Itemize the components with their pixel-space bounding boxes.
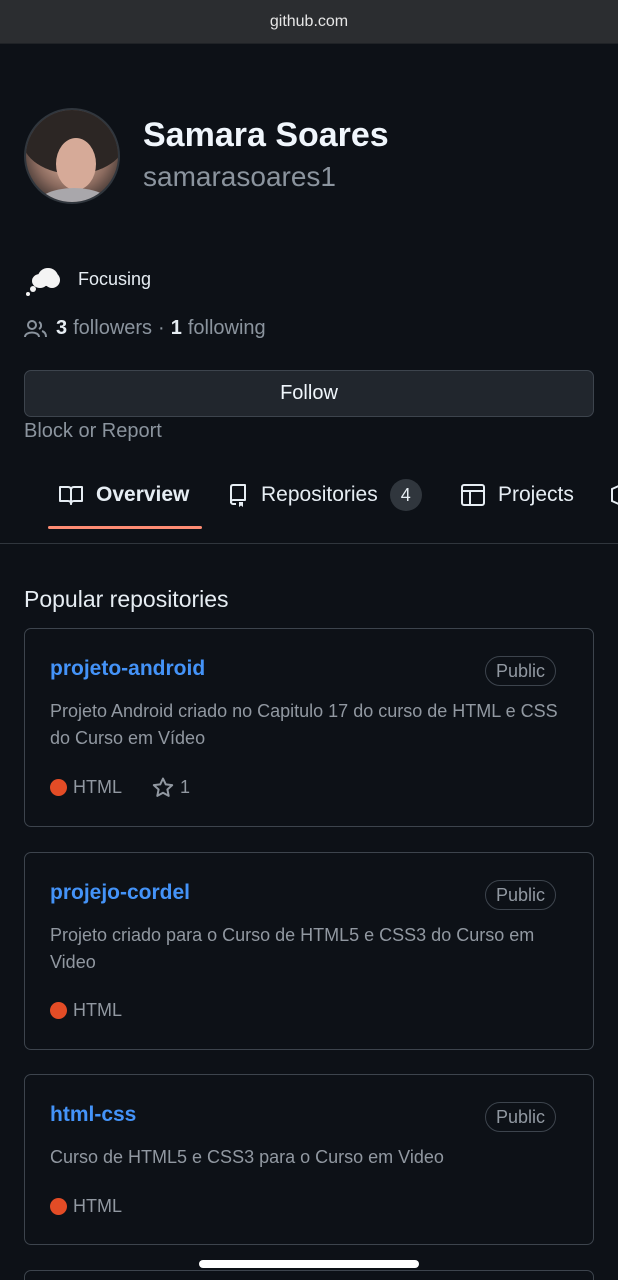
status-text: Focusing [78,268,152,289]
tab-repositories[interactable]: Repositories 4 [227,470,422,520]
visibility-badge: Public [484,880,556,910]
repo-stars-link[interactable]: 1 [152,777,190,798]
following-label[interactable]: following [188,317,266,340]
language-color-dot [50,779,67,796]
avatar-face [56,138,96,190]
url-text: github.com [269,12,349,30]
repo-card: projejo-cordel Public Projeto criado par… [24,852,594,1050]
repo-name-link[interactable]: projejo-cordel [50,881,190,905]
repo-meta: HTML [50,1196,122,1217]
block-or-report-link[interactable]: Block or Report [24,420,162,443]
home-indicator[interactable] [199,1260,419,1268]
repo-description: Curso de HTML5 e CSS3 para o Curso em Vi… [50,1147,444,1167]
tab-packages-partial[interactable] [610,470,618,520]
follow-button[interactable]: Follow [24,370,594,417]
repo-meta: HTML 1 [50,777,190,798]
browser-url-bar[interactable]: github.com [0,0,618,44]
profile-tabs: Overview Repositories 4 Projects [0,470,618,544]
repo-description: Projeto criado para o Curso de HTML5 e C… [50,925,535,972]
thought-balloon-icon [24,262,64,296]
repo-description: Projeto Android criado no Capitulo 17 do… [50,701,558,748]
repo-name-link[interactable]: projeto-android [50,657,205,681]
profile-login: samarasoares1 [143,161,336,192]
visibility-badge: Public [484,656,556,686]
table-icon [461,484,485,506]
visibility-badge: Public [484,1102,556,1132]
profile-status[interactable]: Focusing [24,262,151,296]
profile-name: Samara Soares [143,116,389,154]
repo-card: html-css Public Curso de HTML5 e CSS3 pa… [24,1074,594,1245]
repo-card-partial [24,1270,594,1280]
tab-projects-label: Projects [498,483,574,506]
repo-icon [230,484,246,507]
follow-separator: · [158,317,165,339]
active-tab-indicator [48,526,202,529]
avatar-shoulder [34,188,114,202]
repo-card: projeto-android Public Projeto Android c… [24,628,594,827]
tab-overview[interactable]: Overview [58,470,189,520]
language-color-dot [50,1002,67,1019]
repo-name-link[interactable]: html-css [50,1103,136,1127]
follow-stats: 3 followers · 1 following [24,317,266,340]
tab-overview-label: Overview [96,483,190,506]
avatar[interactable] [24,108,120,204]
popular-repositories-title: Popular repositories [24,586,229,612]
repo-language: HTML [73,1000,122,1020]
book-icon [59,486,83,505]
language-color-dot [50,1198,67,1215]
repo-meta: HTML [50,1000,122,1021]
people-icon [24,319,47,337]
package-icon [611,485,618,505]
repo-language: HTML [73,1196,122,1216]
followers-label[interactable]: followers [73,317,152,340]
star-icon [152,777,174,797]
following-count[interactable]: 1 [171,317,182,340]
tab-repositories-label: Repositories [261,483,378,506]
tab-projects[interactable]: Projects [460,470,574,520]
followers-count[interactable]: 3 [56,317,67,340]
repositories-counter: 4 [389,479,422,511]
repo-language: HTML [73,777,122,797]
repo-star-count: 1 [180,777,191,797]
